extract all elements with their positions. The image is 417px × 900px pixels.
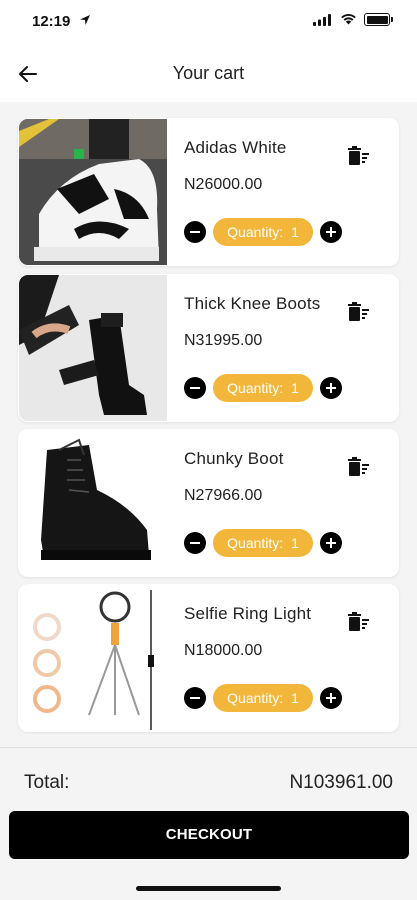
quantity-pill: Quantity: 1 — [213, 218, 313, 246]
wifi-icon — [341, 14, 356, 25]
checkout-button[interactable]: CHECKOUT — [9, 811, 409, 859]
decrease-quantity-button[interactable] — [184, 221, 206, 243]
quantity-label: Quantity: — [227, 380, 284, 396]
product-price: N31995.00 — [184, 332, 263, 349]
quantity-value: 1 — [291, 224, 299, 240]
total-value: N103961.00 — [289, 772, 393, 793]
status-time: 12:19 — [32, 13, 71, 30]
total-label: Total: — [24, 772, 70, 793]
quantity-value: 1 — [291, 380, 299, 396]
quantity-control: Quantity: 1 — [184, 218, 354, 246]
product-name: Adidas White — [184, 138, 287, 157]
delete-icon[interactable] — [348, 302, 370, 322]
status-bar: 12:19 — [0, 0, 417, 46]
delete-icon[interactable] — [348, 457, 370, 477]
chunky-boot-image — [19, 430, 167, 576]
quantity-label: Quantity: — [227, 535, 284, 551]
cart-item: Chunky Boot N27966.00 Quantity: 1 — [18, 429, 399, 577]
page-title: Your cart — [172, 63, 245, 83]
quantity-label: Quantity: — [227, 690, 284, 706]
product-price: N18000.00 — [184, 642, 263, 659]
product-price: N26000.00 — [184, 176, 263, 193]
cart-item: Thick Knee Boots N31995.00 Quantity: 1 — [18, 274, 399, 422]
delete-icon[interactable] — [348, 146, 370, 166]
battery-icon — [364, 13, 390, 26]
decrease-quantity-button[interactable] — [184, 687, 206, 709]
cart-item: Adidas White N26000.00 Quantity: 1 — [18, 118, 399, 266]
decrease-quantity-button[interactable] — [184, 532, 206, 554]
increase-quantity-button[interactable] — [320, 221, 342, 243]
product-name: Selfie Ring Light — [184, 604, 312, 623]
cart-list: Adidas White N26000.00 Quantity: 1 Thick… — [0, 102, 417, 742]
quantity-control: Quantity: 1 — [184, 374, 354, 402]
decrease-quantity-button[interactable] — [184, 377, 206, 399]
product-name: Thick Knee Boots — [184, 294, 321, 313]
ring-light-image — [19, 585, 167, 731]
quantity-value: 1 — [291, 690, 299, 706]
quantity-control: Quantity: 1 — [184, 684, 354, 712]
home-indicator — [136, 886, 281, 891]
battery-tip — [391, 17, 393, 22]
quantity-control: Quantity: 1 — [184, 529, 354, 557]
increase-quantity-button[interactable] — [320, 377, 342, 399]
location-arrow-icon — [80, 15, 90, 25]
increase-quantity-button[interactable] — [320, 687, 342, 709]
header-bar: Your cart — [0, 46, 417, 102]
quantity-pill: Quantity: 1 — [213, 529, 313, 557]
knee-boots-image — [19, 275, 167, 421]
quantity-pill: Quantity: 1 — [213, 374, 313, 402]
footer-divider — [0, 747, 417, 748]
quantity-pill: Quantity: 1 — [213, 684, 313, 712]
product-price: N27966.00 — [184, 487, 263, 504]
delete-icon[interactable] — [348, 612, 370, 632]
quantity-label: Quantity: — [227, 224, 284, 240]
product-name: Chunky Boot — [184, 449, 284, 468]
increase-quantity-button[interactable] — [320, 532, 342, 554]
sneaker-image — [19, 119, 167, 265]
quantity-value: 1 — [291, 535, 299, 551]
signal-icon — [313, 14, 331, 26]
cart-item: Selfie Ring Light N18000.00 Quantity: 1 — [18, 584, 399, 732]
